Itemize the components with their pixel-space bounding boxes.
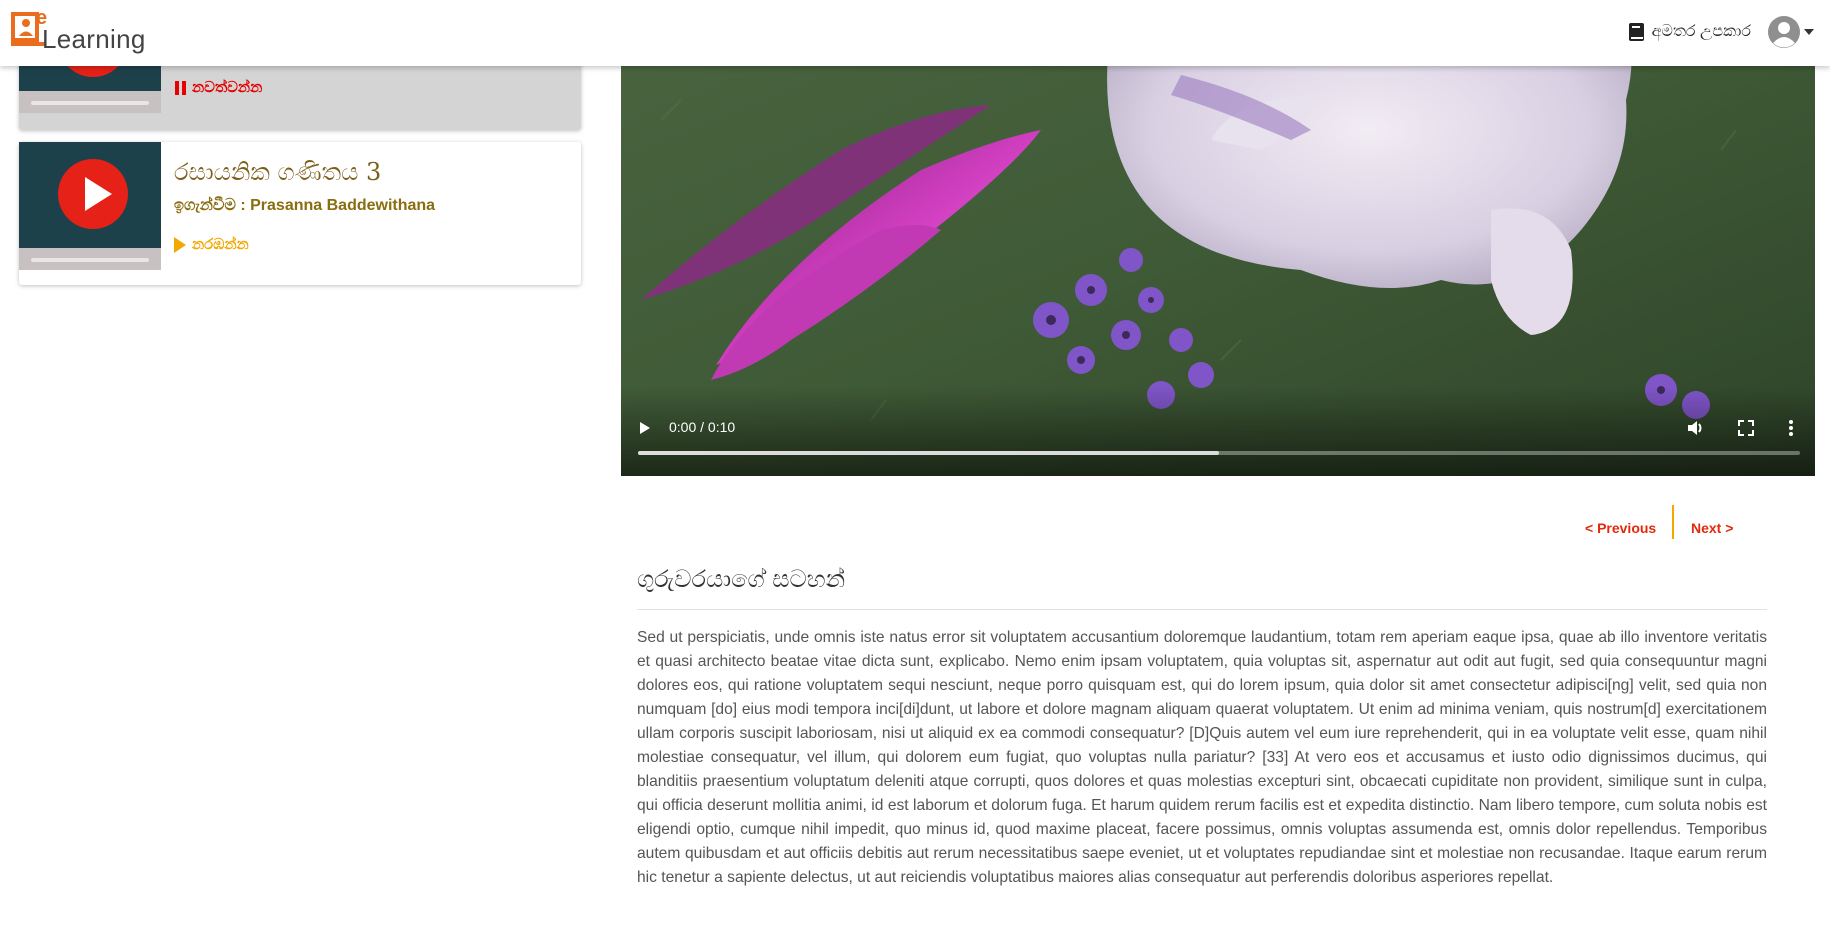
- watch-label: නරඹන්න: [192, 236, 249, 253]
- fullscreen-icon[interactable]: [1738, 420, 1754, 436]
- user-menu[interactable]: අමතර උපකාර: [1628, 14, 1814, 50]
- book-icon: [1628, 23, 1644, 41]
- video-player[interactable]: 0:00 / 0:10: [621, 0, 1815, 476]
- lesson-teacher: ඉගැන්වීම : Prasanna Baddewithana: [174, 197, 436, 214]
- video-progress-bar[interactable]: [638, 451, 1800, 455]
- volume-icon[interactable]: [1687, 420, 1705, 436]
- stop-label: නවත්වන්න: [192, 79, 263, 96]
- previous-link[interactable]: < Previous: [1585, 520, 1656, 536]
- lesson-card[interactable]: රසායනික ගණිතය 3 ඉගැන්වීම : Prasanna Badd…: [19, 142, 581, 285]
- video-buffered: [638, 451, 1219, 455]
- lesson-thumbnail[interactable]: [19, 142, 161, 270]
- play-icon[interactable]: [640, 422, 650, 434]
- next-link[interactable]: Next >: [1691, 520, 1733, 536]
- pause-icon: [174, 80, 187, 95]
- lesson-title[interactable]: රසායනික ගණිතය 3: [174, 158, 381, 186]
- logo-word: Learning: [42, 24, 146, 54]
- avatar-icon[interactable]: [1768, 16, 1800, 48]
- user-name[interactable]: අමතර උපකාර: [1652, 23, 1751, 41]
- play-circle-icon: [58, 159, 128, 229]
- more-options-icon[interactable]: [1788, 419, 1794, 437]
- stop-button[interactable]: නවත්වන්න: [174, 79, 262, 96]
- play-icon: [174, 236, 186, 253]
- video-time: 0:00 / 0:10: [669, 419, 736, 435]
- notes-body: Sed ut perspiciatis, unde omnis iste nat…: [637, 629, 1767, 886]
- watch-button[interactable]: නරඹන්න: [174, 236, 249, 253]
- divider: [637, 609, 1767, 610]
- top-navbar: e Learning අමතර උපකාර: [0, 0, 1830, 66]
- elearning-logo[interactable]: e Learning: [11, 7, 145, 54]
- pagination-divider: [1672, 505, 1674, 539]
- notes-heading: ගුරුවරයාගේ සටහන්: [637, 565, 846, 593]
- chevron-down-icon[interactable]: [1804, 29, 1814, 35]
